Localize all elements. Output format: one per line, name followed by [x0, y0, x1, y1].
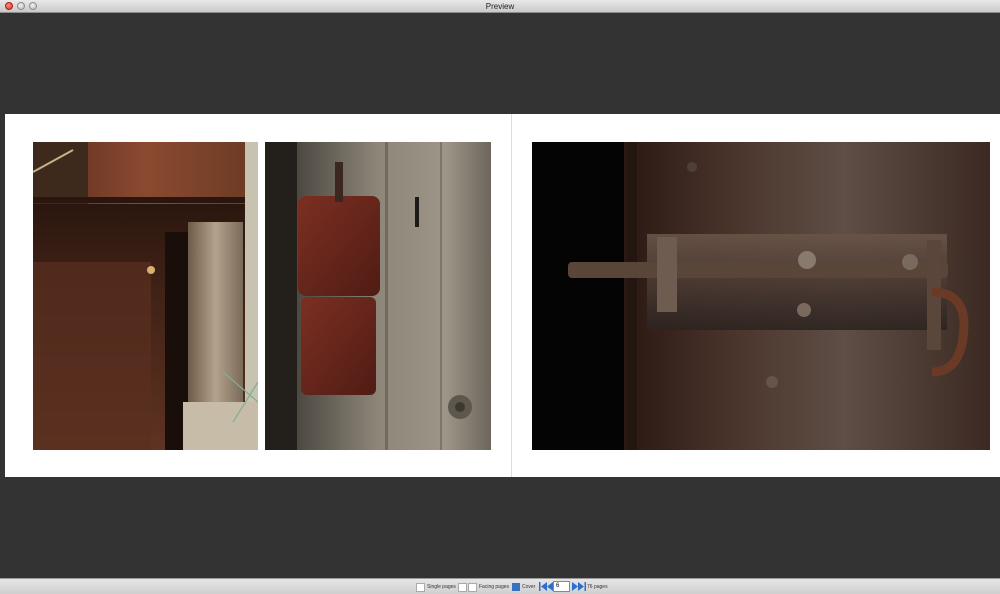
title-bar: Preview: [0, 0, 1000, 13]
single-pages-option[interactable]: Single pages: [416, 582, 456, 592]
page-spread: [5, 114, 1000, 477]
photo-rusty-latch: [532, 142, 990, 450]
photo-rusty-roof-edge: [33, 142, 258, 450]
facing-pages-option[interactable]: Facing pages: [458, 582, 509, 592]
page-gutter: [511, 114, 512, 477]
single-pages-label: Single pages: [427, 584, 456, 590]
last-page-icon[interactable]: [578, 582, 586, 591]
pages-count: 76 pages: [587, 584, 608, 590]
cover-option[interactable]: Cover: [512, 582, 535, 592]
preview-canvas: [0, 13, 1000, 578]
facing-pages-label: Facing pages: [479, 584, 510, 590]
single-pages-icon: [416, 582, 425, 592]
window-title: Preview: [485, 2, 515, 11]
facing-pages-icon: [458, 582, 467, 592]
facing-pages-icon-right: [468, 582, 477, 592]
cover-icon: [512, 583, 520, 591]
cover-label: Cover: [522, 584, 536, 590]
photo-rusty-hinge: [265, 142, 491, 450]
first-page-icon[interactable]: [539, 582, 547, 591]
page-number-input[interactable]: 6: [553, 581, 570, 592]
bottom-toolbar: Single pages Facing pages Cover 6 76 pag…: [0, 578, 1000, 594]
